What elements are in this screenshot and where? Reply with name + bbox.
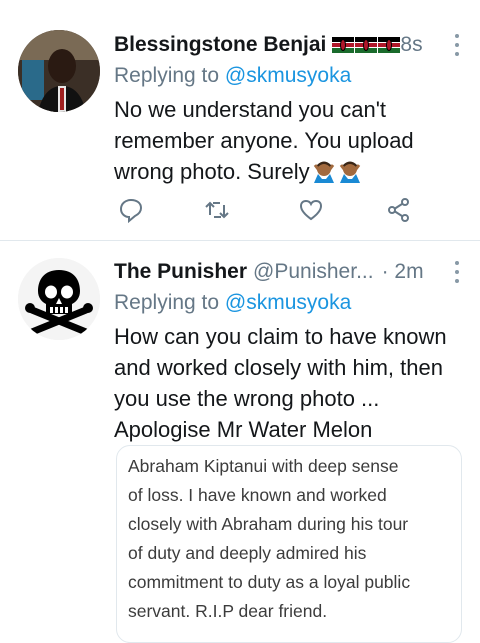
- replying-label: Replying to: [114, 64, 220, 87]
- author-handle[interactable]: @Punisher...: [253, 260, 374, 284]
- tweet-1[interactable]: Blessingstone Benjai 8s Replying to @skm…: [0, 0, 480, 241]
- quoted-text-line: of duty and deeply admired his: [128, 543, 367, 563]
- author-name[interactable]: The Punisher: [114, 260, 247, 284]
- quoted-text-line: of loss. I have known and worked: [128, 485, 387, 505]
- timestamp[interactable]: 8s: [400, 33, 422, 57]
- reply-icon[interactable]: [118, 197, 144, 223]
- tweet-text-line: How can you claim to have known: [114, 324, 447, 349]
- avatar[interactable]: [18, 30, 100, 112]
- tweet-text-line: Apologise Mr Water Melon: [114, 417, 373, 442]
- quoted-text-line: Abraham Kiptanui with deep sense: [128, 456, 399, 476]
- tweet-content: Blessingstone Benjai 8s Replying to @skm…: [114, 30, 464, 187]
- tweet-actions: [114, 197, 414, 227]
- replying-to: Replying to @skmusyoka: [114, 62, 464, 90]
- tweet-text-body: No we understand you can't remember anyo…: [114, 97, 414, 184]
- replying-label: Replying to: [114, 291, 220, 314]
- kenya-flag-icon: [332, 37, 355, 53]
- quoted-text-line: commitment to duty as a loyal public: [128, 572, 411, 592]
- tweet-text-line: and worked closely with him, then: [114, 355, 443, 380]
- share-icon[interactable]: [386, 197, 412, 223]
- mention-link[interactable]: @skmusyoka: [225, 291, 351, 314]
- tweet-text: No we understand you can't remember anyo…: [114, 94, 464, 187]
- tweet-text: How can you claim to have known and work…: [114, 321, 464, 445]
- person-gesturing-no-icon: [339, 161, 360, 183]
- quoted-screenshot[interactable]: Abraham Kiptanui with deep sense of loss…: [116, 445, 462, 643]
- quoted-text-line: servant. R.I.P dear friend.: [128, 601, 328, 621]
- tweet-text-line: you use the wrong photo ...: [114, 386, 380, 411]
- person-gesturing-no-icon: [313, 161, 334, 183]
- kenya-flag-icons: [332, 37, 401, 53]
- kenya-flag-icon: [378, 37, 401, 53]
- tweet-header: Blessingstone Benjai 8s: [114, 30, 464, 60]
- quoted-text-line: closely with Abraham during his tour: [128, 514, 409, 534]
- skull-crossbones-icon: [18, 258, 100, 340]
- mention-link[interactable]: @skmusyoka: [225, 64, 351, 87]
- tweet-header: The Punisher @Punisher... · 2m: [114, 257, 464, 287]
- more-options-icon[interactable]: [454, 261, 460, 283]
- replying-to: Replying to @skmusyoka: [114, 289, 464, 317]
- author-name[interactable]: Blessingstone Benjai: [114, 33, 326, 57]
- more-options-icon[interactable]: [454, 34, 460, 56]
- tweet-2[interactable]: The Punisher @Punisher... · 2m Replying …: [0, 241, 480, 643]
- retweet-icon[interactable]: [204, 197, 230, 223]
- like-icon[interactable]: [298, 197, 324, 223]
- quoted-text: Abraham Kiptanui with deep sense of loss…: [128, 452, 447, 626]
- kenya-flag-icon: [355, 37, 378, 53]
- timestamp[interactable]: · 2m: [382, 260, 424, 284]
- avatar[interactable]: [18, 258, 100, 340]
- tweet-content: The Punisher @Punisher... · 2m Replying …: [114, 257, 464, 445]
